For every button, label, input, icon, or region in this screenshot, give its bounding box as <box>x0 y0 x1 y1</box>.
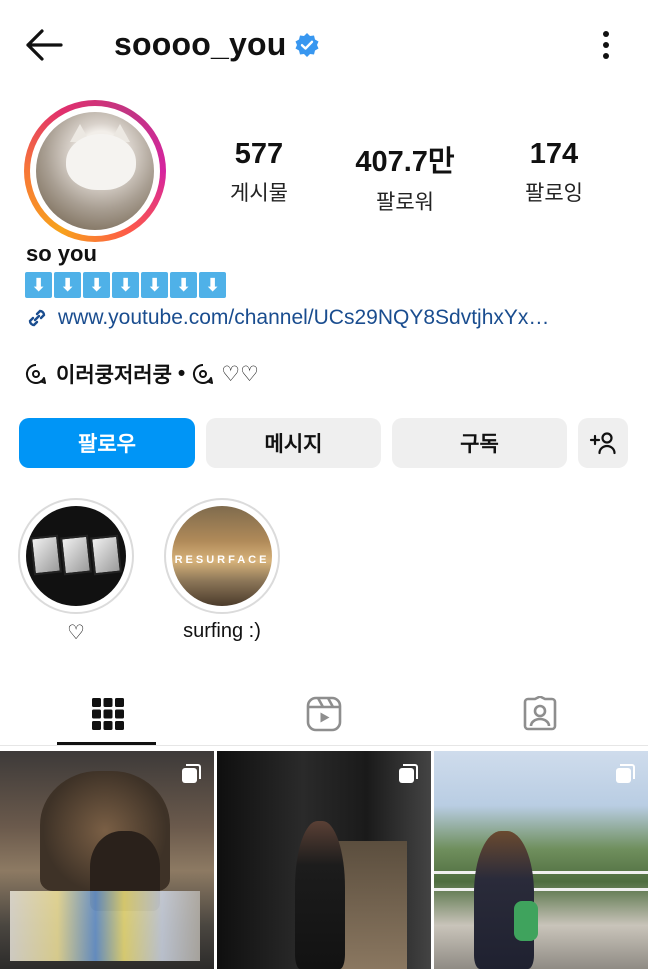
highlight-item[interactable]: ♡ <box>18 498 134 645</box>
highlight-ring <box>18 498 134 614</box>
stat-label: 팔로잉 <box>525 182 583 205</box>
carousel-icon <box>399 764 418 783</box>
posts-count[interactable]: 577 게시물 <box>214 138 304 207</box>
highlight-label: ♡ <box>67 622 85 644</box>
message-button[interactable]: 메시지 <box>206 418 381 468</box>
post-image-railing <box>434 871 648 891</box>
post-thumbnail[interactable] <box>434 751 648 969</box>
threads-text: 이러쿵저러쿵 <box>56 364 172 387</box>
display-name: so you <box>26 241 97 266</box>
posts-grid <box>0 751 648 969</box>
arrow-down-emoji: ⬇ <box>83 272 110 298</box>
following-count[interactable]: 174 팔로잉 <box>504 138 604 207</box>
story-ring[interactable] <box>24 100 166 242</box>
stat-value: 577 <box>234 138 284 170</box>
highlight-cover <box>26 506 126 606</box>
verified-badge-icon <box>295 32 319 57</box>
arrow-down-emoji: ⬇ <box>54 272 81 298</box>
stat-value: 174 <box>529 138 579 170</box>
highlight-cover: RESURFACE <box>172 506 272 606</box>
bio-link[interactable]: www.youtube.com/channel/UCs29NQY8Sdvtjhx… <box>24 305 549 331</box>
separator-dot: • <box>177 362 186 385</box>
post-thumbnail[interactable] <box>217 751 431 969</box>
post-image-hallway <box>337 841 407 969</box>
tab-tagged[interactable] <box>432 682 648 746</box>
tab-grid[interactable] <box>0 682 216 746</box>
post-image-figure <box>474 831 534 969</box>
link-icon <box>28 309 46 327</box>
threads-row[interactable]: 이러쿵저러쿵 • ♡♡ <box>24 359 259 389</box>
bio-arrows: ⬇ ⬇ ⬇ ⬇ ⬇ ⬇ ⬇ <box>25 272 226 298</box>
top-bar: soooo_you <box>0 0 648 92</box>
arrow-down-emoji: ⬇ <box>199 272 226 298</box>
post-image-bag <box>514 901 538 941</box>
add-user-button[interactable] <box>578 418 628 468</box>
film-frame <box>30 534 62 576</box>
threads-hearts: ♡♡ <box>221 362 259 386</box>
arrow-down-emoji: ⬇ <box>170 272 197 298</box>
more-vertical-icon[interactable] <box>602 30 610 60</box>
arrow-left-icon[interactable] <box>24 28 64 62</box>
post-image-flowers <box>10 891 200 961</box>
bio-link-text[interactable]: www.youtube.com/channel/UCs29NQY8Sdvtjhx… <box>58 306 549 330</box>
active-tab-indicator <box>57 742 156 745</box>
highlight-cover-text: RESURFACE <box>174 554 270 566</box>
arrow-down-emoji: ⬇ <box>25 272 52 298</box>
subscribe-button[interactable]: 구독 <box>392 418 567 468</box>
film-frame <box>60 534 92 576</box>
tab-reels[interactable] <box>216 682 432 746</box>
stat-value: 407.7만 <box>355 146 455 178</box>
add-person-icon <box>589 432 616 455</box>
username-title: soooo_you <box>114 26 320 63</box>
threads-icon <box>25 363 46 384</box>
post-image-figure <box>295 821 345 969</box>
follow-button[interactable]: 팔로우 <box>19 418 195 468</box>
arrow-down-emoji: ⬇ <box>112 272 139 298</box>
avatar-cat <box>66 134 136 190</box>
highlight-label: surfing :) <box>183 620 261 642</box>
stat-label: 게시물 <box>230 182 288 205</box>
avatar-frame <box>30 106 160 236</box>
username-text: soooo_you <box>114 26 287 62</box>
carousel-icon <box>182 764 201 783</box>
carousel-icon <box>616 764 635 783</box>
threads-icon <box>193 363 214 384</box>
post-thumbnail[interactable] <box>0 751 214 969</box>
reels-icon <box>306 696 342 732</box>
profile-tabs <box>0 682 648 746</box>
film-frame <box>90 534 122 576</box>
grid-icon <box>92 698 124 730</box>
avatar <box>36 112 154 230</box>
highlight-item[interactable]: RESURFACE surfing :) <box>164 498 280 643</box>
stat-label: 팔로워 <box>376 191 434 214</box>
tagged-person-icon <box>523 696 557 731</box>
arrow-down-emoji: ⬇ <box>141 272 168 298</box>
highlight-ring: RESURFACE <box>164 498 280 614</box>
followers-count[interactable]: 407.7만 팔로워 <box>340 138 470 216</box>
